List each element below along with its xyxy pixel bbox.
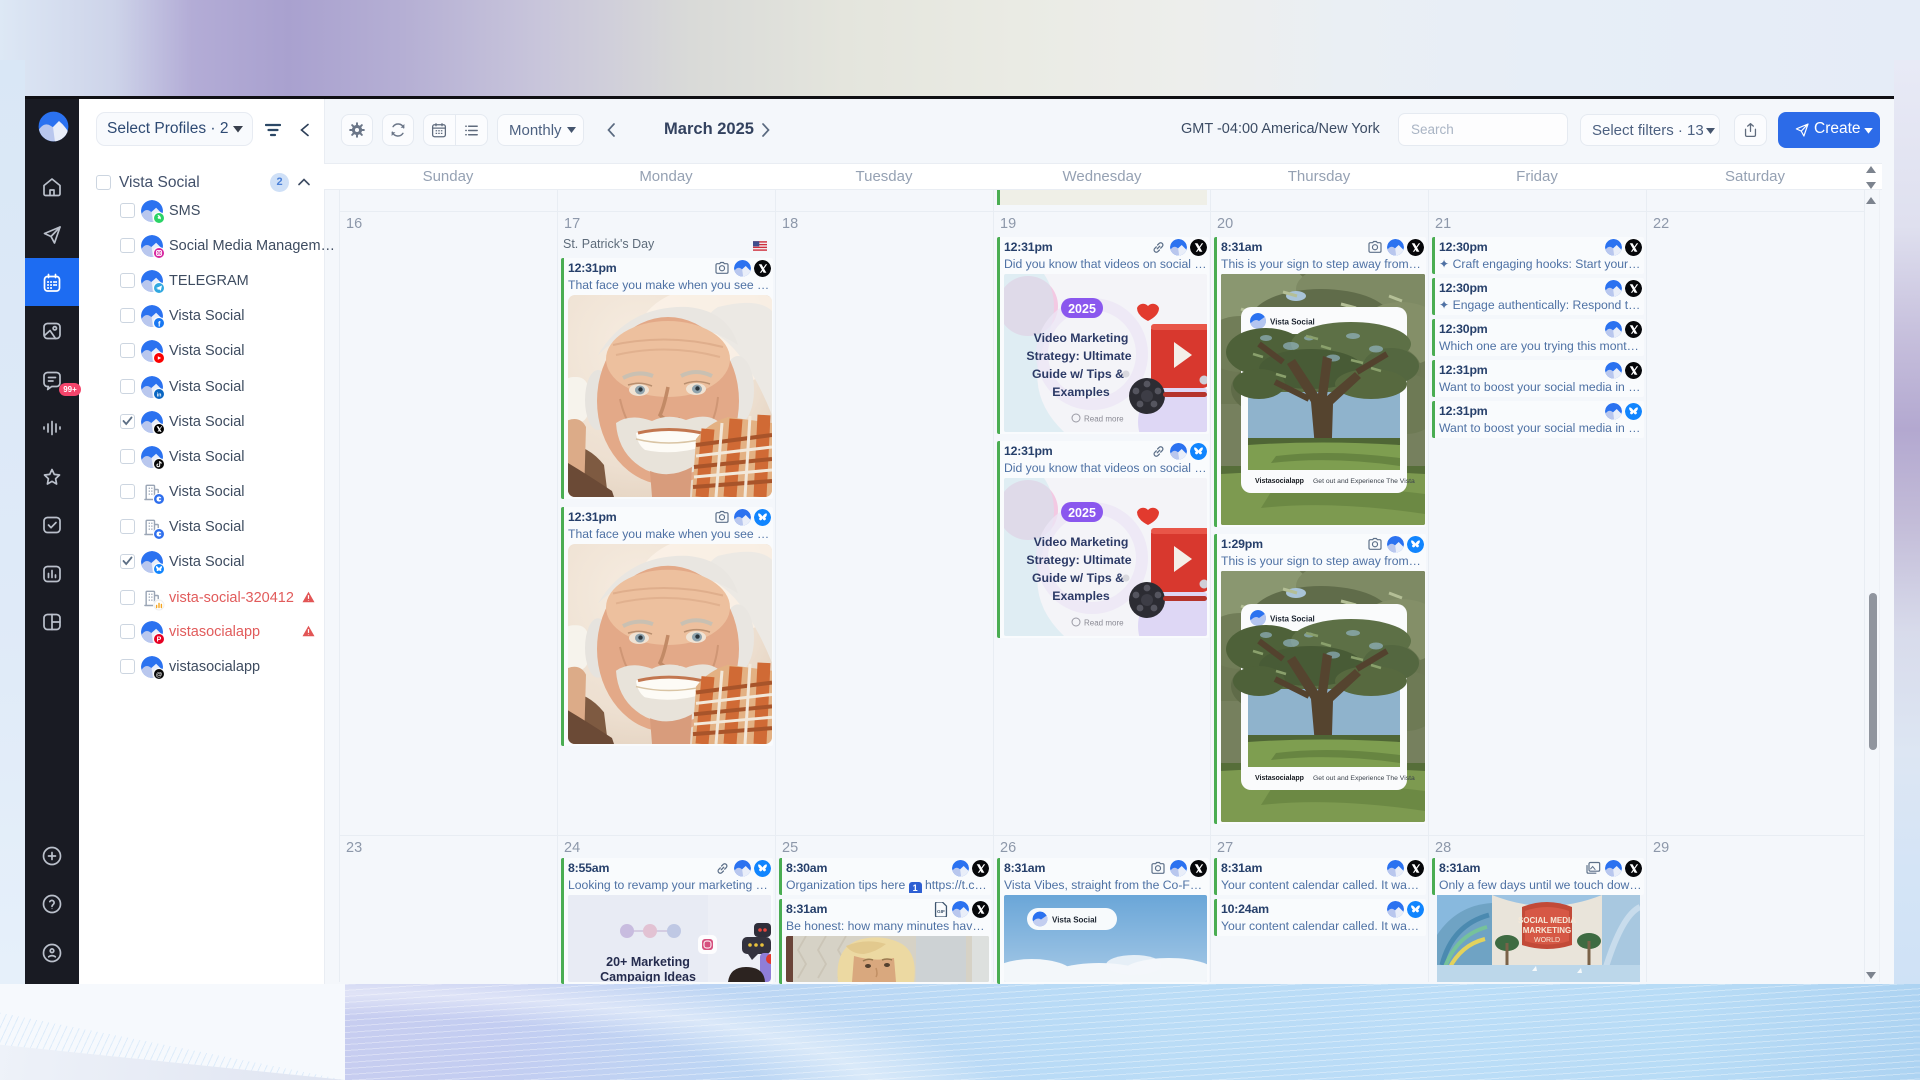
svg-text:@: @: [156, 672, 163, 679]
svg-text:Read more: Read more: [1084, 415, 1124, 424]
svg-text:Video Marketing: Video Marketing: [1034, 535, 1129, 549]
svg-text:MARKETING: MARKETING: [1523, 926, 1571, 935]
svg-text:Vistasocialapp: Vistasocialapp: [1255, 478, 1304, 485]
svg-text:Campaign Ideas: Campaign Ideas: [600, 970, 696, 982]
svg-text:Video Marketing: Video Marketing: [1034, 331, 1129, 345]
svg-text:in: in: [157, 392, 162, 398]
svg-text:P: P: [157, 637, 162, 644]
svg-text:Examples: Examples: [1052, 589, 1110, 603]
svg-text:Examples: Examples: [1052, 385, 1110, 399]
svg-text:Get out and Experience The Vis: Get out and Experience The Vista: [1313, 775, 1415, 782]
svg-text:GIF: GIF: [937, 908, 945, 914]
svg-text:WORLD: WORLD: [1534, 937, 1560, 944]
svg-text:Guide w/ Tips &: Guide w/ Tips &: [1032, 571, 1124, 585]
svg-text:20+ Marketing: 20+ Marketing: [606, 955, 690, 969]
svg-text:SOCIAL MEDIA: SOCIAL MEDIA: [1518, 916, 1576, 925]
svg-text:Vista Social: Vista Social: [1052, 916, 1097, 925]
svg-text:Vistasocialapp: Vistasocialapp: [1255, 775, 1304, 782]
svg-text:Strategy: Ultimate: Strategy: Ultimate: [1026, 553, 1131, 567]
svg-text:Vista Social: Vista Social: [1270, 615, 1315, 624]
svg-text:2025: 2025: [1068, 506, 1096, 520]
svg-text:Vista Social: Vista Social: [1270, 318, 1315, 327]
svg-text:Strategy: Ultimate: Strategy: Ultimate: [1026, 349, 1131, 363]
svg-text:Guide w/ Tips &: Guide w/ Tips &: [1032, 367, 1124, 381]
svg-text:2025: 2025: [1068, 302, 1096, 316]
svg-text:Get out and Experience The Vis: Get out and Experience The Vista: [1313, 478, 1415, 485]
svg-text:Read more: Read more: [1084, 619, 1124, 628]
